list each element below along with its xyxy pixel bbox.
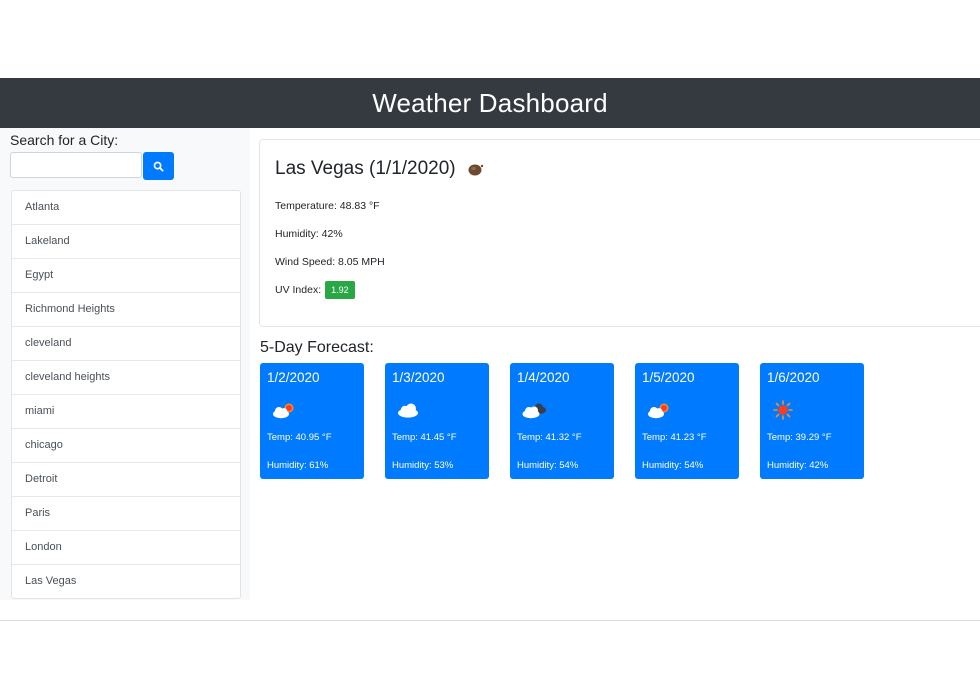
city-history-item[interactable]: Lakeland <box>12 225 240 259</box>
forecast-date: 1/2/2020 <box>267 370 320 385</box>
forecast-date: 1/3/2020 <box>392 370 445 385</box>
forecast-card: 1/2/2020 Temp: 40.95 °F Humidity: 61% <box>260 363 364 479</box>
city-history-item[interactable]: Las Vegas <box>12 565 240 598</box>
forecast-temp: Temp: 41.32 °F <box>517 432 582 443</box>
city-history-item[interactable]: miami <box>12 395 240 429</box>
forecast-card: 1/3/2020 Temp: 41.45 °F Humidity: 53% <box>385 363 489 479</box>
broken-clouds-icon <box>522 403 546 419</box>
brown-orb-icon <box>468 164 483 176</box>
forecast-humidity: Humidity: 54% <box>642 460 704 471</box>
divider <box>0 620 980 621</box>
uv-index-row: UV Index: 1.92 <box>275 281 355 299</box>
forecast-card: 1/4/2020 Temp: 41.32 °F Humidity: 54% <box>510 363 614 479</box>
city-history-item[interactable]: Detroit <box>12 463 240 497</box>
forecast-temp: Temp: 41.23 °F <box>642 432 707 443</box>
forecast-humidity: Humidity: 42% <box>767 460 829 471</box>
city-history-item[interactable]: cleveland heights <box>12 361 240 395</box>
forecast-card: 1/6/2020 Temp: 39.29 °F Humidity: 42% <box>760 363 864 479</box>
app-header: Weather Dashboard <box>0 78 980 128</box>
forecast-humidity: Humidity: 53% <box>392 460 454 471</box>
forecast-temp: Temp: 41.45 °F <box>392 432 457 443</box>
sun-icon <box>773 400 793 420</box>
forecast-card: 1/5/2020 Temp: 41.23 °F Humidity: 54% <box>635 363 739 479</box>
cloud-icon <box>398 403 418 418</box>
search-label: Search for a City: <box>10 132 119 148</box>
city-history-item[interactable]: cleveland <box>12 327 240 361</box>
current-weather-card: Las Vegas (1/1/2020) Temperature: 48.83 … <box>259 139 980 327</box>
forecast-humidity: Humidity: 54% <box>517 460 579 471</box>
search-history-list: Atlanta Lakeland Egypt Richmond Heights … <box>11 190 241 599</box>
forecast-date: 1/5/2020 <box>642 370 695 385</box>
city-history-item[interactable]: London <box>12 531 240 565</box>
current-city-title: Las Vegas (1/1/2020) <box>275 158 456 179</box>
city-history-item[interactable]: Egypt <box>12 259 240 293</box>
page: Weather Dashboard Search for a City: Atl… <box>0 0 980 700</box>
city-history-item[interactable]: Atlanta <box>12 191 240 225</box>
forecast-date: 1/6/2020 <box>767 370 820 385</box>
current-temperature: Temperature: 48.83 °F <box>275 200 380 212</box>
forecast-humidity: Humidity: 61% <box>267 460 329 471</box>
uv-index-label: UV Index: <box>275 283 322 296</box>
current-city-heading: Las Vegas (1/1/2020) <box>275 158 486 180</box>
sidebar: Search for a City: Atlanta Lakeland Egyp… <box>0 128 250 600</box>
forecast-heading: 5-Day Forecast: <box>260 339 374 356</box>
city-history-item[interactable]: Richmond Heights <box>12 293 240 327</box>
city-search-input[interactable] <box>10 152 142 178</box>
search-button[interactable] <box>143 152 174 180</box>
uv-index-badge: 1.92 <box>325 281 355 299</box>
page-title: Weather Dashboard <box>372 87 608 118</box>
city-history-item[interactable]: Paris <box>12 497 240 531</box>
forecast-temp: Temp: 39.29 °F <box>767 432 832 443</box>
search-icon <box>153 161 164 172</box>
current-humidity: Humidity: 42% <box>275 228 343 240</box>
city-history-item[interactable]: chicago <box>12 429 240 463</box>
forecast-temp: Temp: 40.95 °F <box>267 432 332 443</box>
cloud-sun-icon <box>648 403 669 419</box>
forecast-date: 1/4/2020 <box>517 370 570 385</box>
current-wind-speed: Wind Speed: 8.05 MPH <box>275 256 385 268</box>
cloud-sun-icon <box>273 403 294 419</box>
